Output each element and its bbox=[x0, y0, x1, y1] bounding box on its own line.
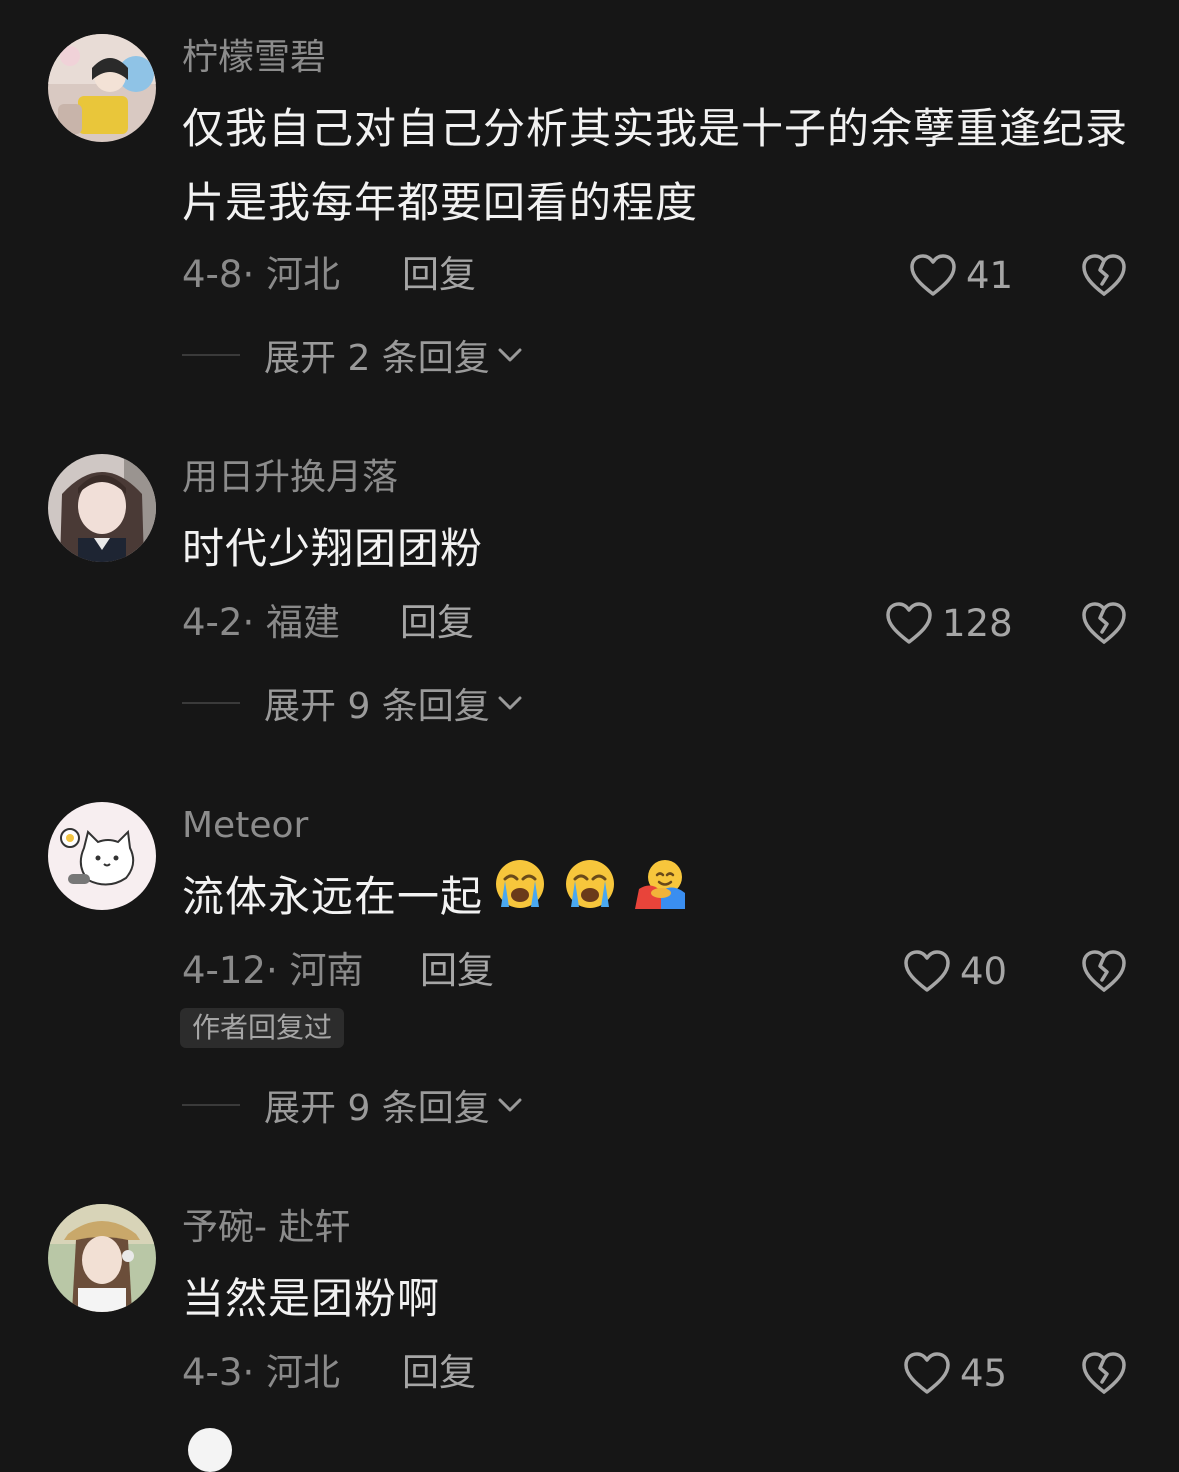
comment-location: 河南 bbox=[289, 949, 364, 992]
meta-separator: · bbox=[265, 949, 278, 992]
divider bbox=[182, 1104, 240, 1106]
comment-date: 4-2 bbox=[182, 601, 243, 644]
comment-date: 4-8 bbox=[182, 253, 243, 296]
chevron-down-icon bbox=[496, 693, 524, 713]
dislike-button[interactable] bbox=[1080, 250, 1128, 300]
comment-meta: 4-2· 福建 bbox=[182, 598, 340, 648]
comment-text: 仅我自己对自己分析其实我是十子的余孽重逢纪录片是我每年都要回看的程度 bbox=[182, 104, 1129, 227]
comment-location: 河北 bbox=[265, 1351, 340, 1394]
like-button[interactable]: 41 bbox=[908, 250, 1038, 300]
expand-replies-label: 展开 2 条回复 bbox=[264, 338, 490, 379]
expand-replies-button[interactable]: 展开 2 条回复 bbox=[182, 330, 524, 380]
comment-location: 福建 bbox=[265, 601, 340, 644]
heart-outline-icon bbox=[904, 1352, 950, 1394]
expand-replies-button[interactable]: 展开 9 条回复 bbox=[182, 1080, 524, 1130]
reply-button[interactable]: 回复 bbox=[420, 946, 494, 996]
meta-separator: · bbox=[242, 1351, 255, 1394]
broken-heart-icon bbox=[1082, 254, 1126, 296]
comment-meta: 4-3· 河北 bbox=[182, 1348, 340, 1398]
comment-meta: 4-8· 河北 bbox=[182, 250, 340, 300]
comment-text-body: 流体永远在一起 bbox=[182, 872, 484, 921]
heart-outline-icon bbox=[910, 254, 956, 296]
like-count: 45 bbox=[960, 1351, 1008, 1395]
comment-text: 时代少翔团团粉 bbox=[182, 524, 484, 573]
comment-username[interactable]: 用日升换月落 bbox=[182, 456, 398, 500]
like-count: 40 bbox=[960, 949, 1008, 993]
avatar[interactable] bbox=[48, 802, 156, 910]
avatar[interactable] bbox=[48, 454, 156, 562]
reply-button[interactable]: 回复 bbox=[402, 250, 476, 300]
dislike-button[interactable] bbox=[1080, 1348, 1128, 1398]
avatar[interactable] bbox=[188, 1428, 232, 1472]
loudly-crying-face-icon bbox=[561, 857, 619, 934]
meta-separator: · bbox=[242, 601, 255, 644]
broken-heart-icon bbox=[1082, 602, 1126, 644]
divider bbox=[182, 354, 240, 356]
broken-heart-icon bbox=[1082, 1352, 1126, 1394]
comment-meta: 4-12· 河南 bbox=[182, 946, 364, 996]
reply-button[interactable]: 回复 bbox=[400, 598, 474, 648]
like-button[interactable]: 45 bbox=[902, 1348, 1032, 1398]
loudly-crying-face-icon bbox=[491, 857, 549, 934]
comment-text: 流体永远在一起 bbox=[182, 860, 1142, 938]
chevron-down-icon bbox=[496, 1095, 524, 1115]
heart-outline-icon bbox=[904, 950, 950, 992]
like-count: 41 bbox=[966, 253, 1014, 297]
comment-text: 当然是团粉啊 bbox=[182, 1274, 441, 1323]
comment-username[interactable]: 柠檬雪碧 bbox=[182, 36, 326, 80]
heart-outline-icon bbox=[886, 602, 932, 644]
avatar[interactable] bbox=[48, 1204, 156, 1312]
comment-username[interactable]: Meteor bbox=[182, 804, 308, 848]
like-count: 128 bbox=[942, 601, 1013, 645]
avatar[interactable] bbox=[48, 34, 156, 142]
like-button[interactable]: 40 bbox=[902, 946, 1032, 996]
dislike-button[interactable] bbox=[1080, 598, 1128, 648]
expand-replies-label: 展开 9 条回复 bbox=[264, 1088, 490, 1129]
expand-replies-label: 展开 9 条回复 bbox=[264, 686, 490, 727]
author-replied-badge: 作者回复过 bbox=[180, 1008, 345, 1048]
comment-username[interactable]: 予碗- 赴轩 bbox=[182, 1206, 350, 1250]
comment-date: 4-12 bbox=[182, 949, 266, 992]
comment-date: 4-3 bbox=[182, 1351, 243, 1394]
chevron-down-icon bbox=[496, 345, 524, 365]
broken-heart-icon bbox=[1082, 950, 1126, 992]
comment-location: 河北 bbox=[265, 253, 340, 296]
like-button[interactable]: 128 bbox=[884, 598, 1014, 648]
divider bbox=[182, 702, 240, 704]
hugging-face-icon bbox=[631, 857, 689, 934]
expand-replies-button[interactable]: 展开 9 条回复 bbox=[182, 678, 524, 728]
reply-button[interactable]: 回复 bbox=[402, 1348, 476, 1398]
meta-separator: · bbox=[242, 253, 255, 296]
dislike-button[interactable] bbox=[1080, 946, 1128, 996]
